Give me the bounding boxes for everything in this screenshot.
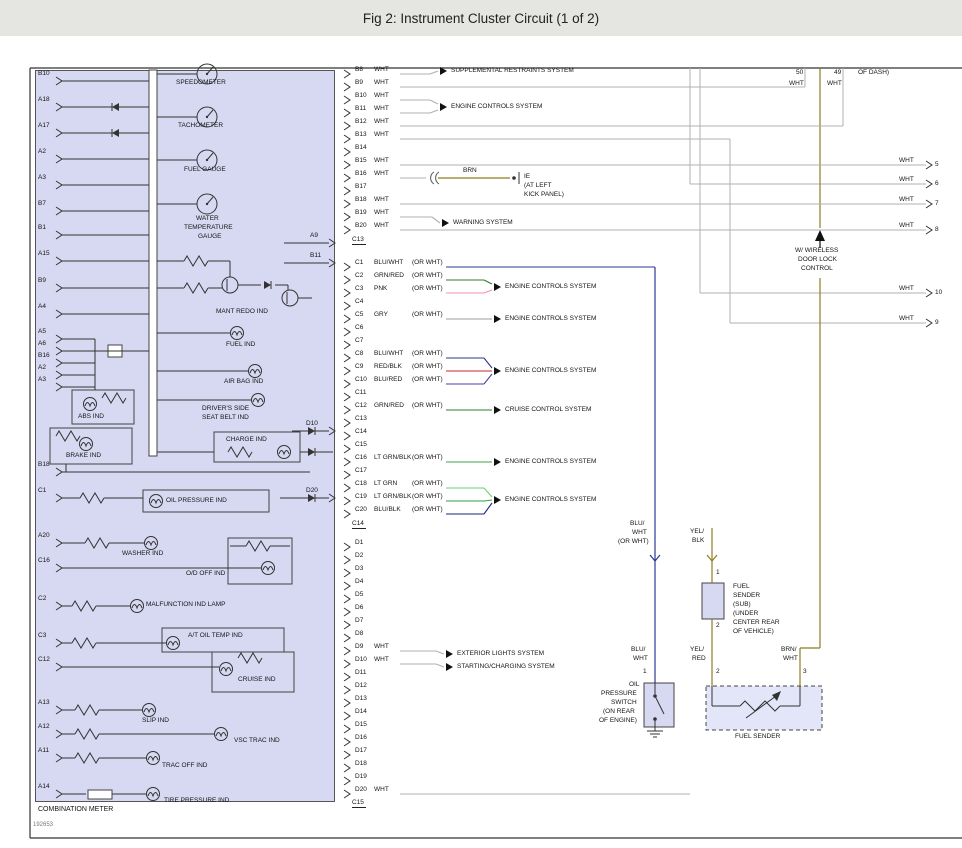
arrow-heads xyxy=(772,230,825,701)
inline-connector-symbol xyxy=(431,172,439,184)
wiring-diagram-page: Fig 2: Instrument Cluster Circuit (1 of … xyxy=(0,0,962,848)
connector-brackets xyxy=(56,77,335,798)
gauge-symbols xyxy=(197,64,217,214)
wire-segments xyxy=(66,68,926,794)
schematic-art xyxy=(0,0,962,848)
wire-break-symbols xyxy=(650,555,717,561)
junction-dots xyxy=(512,176,657,721)
system-arrows xyxy=(440,67,501,671)
transistor-symbols xyxy=(222,277,298,306)
right-edge-connectors xyxy=(926,161,932,327)
connector-row-wires xyxy=(344,70,926,798)
bulb-symbols xyxy=(80,327,291,801)
